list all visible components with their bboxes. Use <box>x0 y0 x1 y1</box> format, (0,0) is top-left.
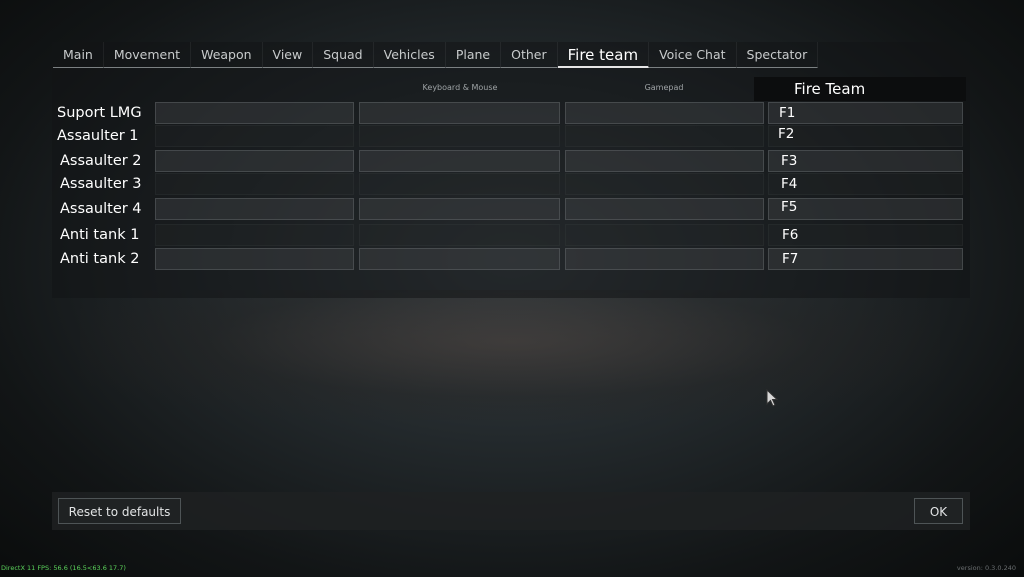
tab-bar: Main Movement Weapon View Squad Vehicles… <box>53 42 819 68</box>
binding-row: Anti tank 1 F6 <box>55 224 965 246</box>
gamepad-binding[interactable] <box>565 102 764 124</box>
fire-team-key: F1 <box>779 105 796 121</box>
ok-button[interactable]: OK <box>914 498 963 524</box>
fire-team-key: F3 <box>781 153 798 169</box>
binding-cell[interactable] <box>155 173 354 195</box>
gamepad-binding[interactable] <box>565 125 764 147</box>
fire-team-key: F2 <box>778 126 795 142</box>
column-header-keyboard-mouse: Keyboard & Mouse <box>422 83 498 92</box>
row-label: Assaulter 2 <box>60 153 142 169</box>
binding-cell[interactable] <box>155 125 354 147</box>
tab-view[interactable]: View <box>262 42 314 68</box>
fire-team-key: F6 <box>782 227 799 243</box>
binding-row: Assaulter 3 F4 <box>55 173 965 195</box>
binding-cell[interactable] <box>155 248 354 270</box>
column-header-fire-team: Fire Team <box>754 77 966 101</box>
tab-main[interactable]: Main <box>53 42 104 68</box>
fire-team-binding[interactable] <box>768 102 963 124</box>
binding-row: Anti tank 2 F7 <box>55 248 965 270</box>
keyboard-mouse-binding[interactable] <box>359 125 560 147</box>
reset-to-defaults-button[interactable]: Reset to defaults <box>58 498 181 524</box>
column-header-gamepad: Gamepad <box>644 83 684 92</box>
binding-row: Suport LMG F1 <box>55 102 965 124</box>
keyboard-mouse-binding[interactable] <box>359 248 560 270</box>
keyboard-mouse-binding[interactable] <box>359 224 560 246</box>
gamepad-binding[interactable] <box>565 248 764 270</box>
row-label: Assaulter 1 <box>57 128 139 144</box>
keyboard-mouse-binding[interactable] <box>359 102 560 124</box>
version-label: version: 0.3.0.240 <box>956 564 1016 572</box>
gamepad-binding[interactable] <box>565 150 764 172</box>
fps-counter: DirectX 11 FPS: 56.6 (16.5<63.6 17.7) <box>1 564 126 572</box>
mouse-pointer-icon <box>766 388 779 411</box>
tab-spectator[interactable]: Spectator <box>736 42 819 68</box>
bottom-bar: Reset to defaults OK <box>52 492 970 530</box>
binding-row: Assaulter 1 F2 <box>55 125 965 147</box>
keyboard-mouse-binding[interactable] <box>359 150 560 172</box>
binding-cell[interactable] <box>155 224 354 246</box>
keyboard-mouse-binding[interactable] <box>359 198 560 220</box>
binding-cell[interactable] <box>155 102 354 124</box>
tab-voice-chat[interactable]: Voice Chat <box>649 42 737 68</box>
binding-cell[interactable] <box>155 198 354 220</box>
tab-fire-team[interactable]: Fire team <box>557 42 650 68</box>
binding-cell[interactable] <box>155 150 354 172</box>
binding-row: Assaulter 4 F5 <box>55 198 965 220</box>
fire-team-key: F7 <box>782 251 799 267</box>
row-label: Suport LMG <box>57 105 142 121</box>
tab-vehicles[interactable]: Vehicles <box>373 42 446 68</box>
gamepad-binding[interactable] <box>565 224 764 246</box>
fire-team-key: F4 <box>781 176 798 192</box>
tab-weapon[interactable]: Weapon <box>191 42 263 68</box>
row-label: Assaulter 4 <box>60 201 142 217</box>
binding-row: Assaulter 2 F3 <box>55 150 965 172</box>
tab-plane[interactable]: Plane <box>445 42 502 68</box>
background-scene <box>80 290 940 420</box>
tab-squad[interactable]: Squad <box>313 42 374 68</box>
row-label: Anti tank 2 <box>60 251 140 267</box>
gamepad-binding[interactable] <box>565 198 764 220</box>
tab-other[interactable]: Other <box>501 42 558 68</box>
row-label: Anti tank 1 <box>60 227 140 243</box>
keyboard-mouse-binding[interactable] <box>359 173 560 195</box>
tab-movement[interactable]: Movement <box>103 42 192 68</box>
fire-team-key: F5 <box>781 199 798 215</box>
row-label: Assaulter 3 <box>60 176 142 192</box>
fire-team-binding[interactable] <box>768 125 963 147</box>
gamepad-binding[interactable] <box>565 173 764 195</box>
